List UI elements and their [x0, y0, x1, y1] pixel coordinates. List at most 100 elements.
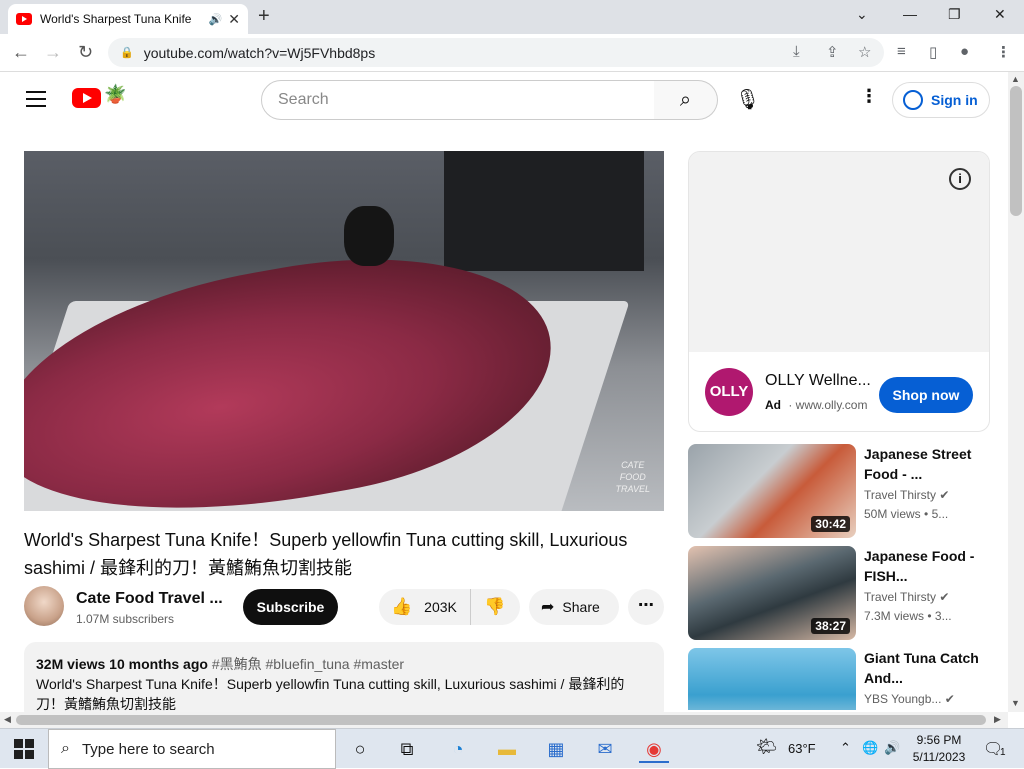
sign-in-label: Sign in [931, 92, 978, 108]
lock-icon: 🔒 [120, 47, 134, 59]
close-window-button[interactable]: ✕ [994, 6, 1006, 23]
scroll-up-icon[interactable]: ▲ [1011, 74, 1020, 84]
verified-icon: ✔ [939, 488, 950, 502]
share-label: Share [562, 599, 600, 615]
sign-in-button[interactable]: Sign in [892, 82, 990, 118]
video-frame-chef [444, 151, 644, 271]
bookmark-star-icon[interactable]: ☆ [858, 43, 871, 61]
recommendation-title[interactable]: Japanese Street Food - ... [864, 444, 988, 484]
chevron-up-icon[interactable]: ⌃ [840, 740, 851, 756]
video-thumbnail[interactable]: 38:27 [688, 546, 856, 640]
upload-age: 10 months ago [109, 656, 208, 672]
search-icon: ⌕ [61, 740, 70, 757]
youtube-logo[interactable] [72, 88, 101, 108]
mail-icon[interactable]: ✉ [590, 735, 620, 763]
tab-title: World's Sharpest Tuna Knife [40, 12, 192, 26]
store-icon[interactable]: ▦ [541, 735, 571, 763]
recommendation-title[interactable]: Japanese Food - FISH... [864, 546, 988, 586]
tab-close-icon[interactable]: ✕ [228, 11, 240, 28]
forward-button[interactable]: → [44, 42, 62, 63]
scroll-left-icon[interactable]: ◀ [4, 714, 11, 725]
microphone-icon[interactable]: 🎙 [735, 87, 760, 112]
install-app-icon[interactable]: ⤓ [793, 43, 800, 60]
taskbar-clock[interactable]: 9:56 PM 5/11/2023 [908, 732, 970, 766]
address-bar[interactable]: 🔒 youtube.com/watch?v=Wj5FVhbd8ps [108, 38, 884, 67]
like-dislike-group: 👍 203K 👎 [379, 589, 520, 625]
info-icon[interactable]: i [949, 168, 971, 190]
browser-tab-strip: World's Sharpest Tuna Knife 🔊 ✕ + ⌄ — ❐ … [0, 0, 1024, 34]
more-actions-button[interactable]: ⋯ [628, 589, 664, 625]
recommendation-channel: Travel Thirsty ✔ [864, 488, 950, 502]
horizontal-scroll-thumb[interactable] [16, 715, 986, 725]
channel-row: Cate Food Travel ... 1.07M subscribers S… [24, 586, 664, 630]
new-tab-button[interactable]: + [258, 5, 270, 28]
share-page-icon[interactable]: ⇪ [826, 43, 839, 61]
scroll-right-icon[interactable]: ▶ [994, 714, 1001, 725]
video-thumbnail[interactable]: 30:42 [688, 444, 856, 538]
speaker-icon[interactable]: 🔊 [209, 13, 223, 26]
edge-icon[interactable]: ◔ [443, 735, 473, 763]
ad-title[interactable]: OLLY Wellne... [765, 372, 871, 390]
weather-icon[interactable]: 🌤 [756, 737, 778, 757]
vertical-scroll-thumb[interactable] [1010, 86, 1022, 216]
task-view-icon[interactable]: ⧉ [392, 735, 422, 763]
browser-toolbar: ← → ↻ 🔒 youtube.com/watch?v=Wj5FVhbd8ps … [0, 34, 1024, 72]
share-icon: ➦ [541, 599, 555, 616]
video-title: World's Sharpest Tuna Knife！Superb yello… [24, 530, 628, 578]
thumbs-down-icon: 👎 [484, 597, 506, 616]
subscribe-button[interactable]: Subscribe [243, 589, 338, 625]
description-box[interactable]: 32M views 10 months ago #黑鮪魚 #bluefin_tu… [24, 642, 664, 722]
youtube-favicon-icon [16, 13, 32, 25]
share-button[interactable]: ➦ Share [529, 589, 619, 625]
channel-name[interactable]: Cate Food Travel ... [76, 590, 223, 608]
video-watermark: CATE FOOD TRAVEL [615, 460, 650, 494]
windows-taskbar: ⌕ Type here to search ○ ⧉ ◔ ▬ ▦ ✉ ◉ 🌤 63… [0, 728, 1024, 769]
browser-tab[interactable]: World's Sharpest Tuna Knife 🔊 ✕ [8, 4, 248, 34]
search-icon: ⌕ [679, 88, 692, 111]
doodle-icon[interactable]: 🪴 [104, 84, 126, 105]
minimize-button[interactable]: — [903, 6, 917, 22]
recommendation-item[interactable]: 30:42 Japanese Street Food - ... Travel … [688, 444, 990, 540]
ad-card[interactable]: i OLLY OLLY Wellne... Ad · www.olly.com … [688, 151, 990, 432]
search-input[interactable]: Search [261, 80, 655, 120]
channel-avatar[interactable] [24, 586, 64, 626]
hashtags[interactable]: #黑鮪魚 #bluefin_tuna #master [212, 656, 404, 672]
notification-count: 1 [1000, 747, 1006, 758]
taskbar-search-input[interactable]: ⌕ Type here to search [48, 729, 336, 769]
side-panel-icon[interactable]: ▯ [929, 43, 937, 61]
youtube-header: 🪴 Search ⌕ 🎙 ⋮ Sign in [0, 72, 1008, 128]
recommendation-channel: YBS Youngb... ✔ [864, 692, 955, 706]
profile-icon[interactable]: ● [960, 43, 969, 60]
chrome-icon[interactable]: ◉ [639, 735, 669, 763]
reload-button[interactable]: ↻ [78, 42, 93, 63]
shop-now-button[interactable]: Shop now [879, 377, 973, 413]
recommendation-title[interactable]: Giant Tuna Catch And... [864, 648, 988, 688]
dislike-button[interactable]: 👎 [471, 597, 519, 617]
recommendation-item[interactable]: Giant Tuna Catch And... YBS Youngb... ✔ [688, 648, 990, 710]
cortana-icon[interactable]: ○ [345, 735, 375, 763]
back-button[interactable]: ← [12, 42, 30, 63]
file-explorer-icon[interactable]: ▬ [492, 735, 522, 763]
settings-menu-icon[interactable]: ⋮ [860, 86, 878, 107]
ad-image[interactable] [689, 152, 989, 352]
maximize-button[interactable]: ❐ [948, 6, 961, 23]
thumbs-up-icon: 👍 [391, 597, 413, 616]
video-thumbnail[interactable] [688, 648, 856, 710]
like-button[interactable]: 👍 203K [379, 589, 471, 625]
browser-menu-icon[interactable]: ⋮ [996, 43, 1011, 61]
hamburger-menu-icon[interactable] [26, 91, 46, 107]
windows-start-icon[interactable] [14, 739, 34, 759]
network-icon[interactable]: 🌐 [862, 740, 878, 756]
volume-icon[interactable]: 🔊 [884, 740, 900, 756]
olly-logo: OLLY [705, 368, 753, 416]
vertical-scrollbar[interactable]: ▲ ▼ [1008, 72, 1024, 712]
video-duration: 30:42 [811, 516, 850, 532]
tab-search-icon[interactable]: ⌄ [856, 6, 868, 23]
media-controls-icon[interactable]: ≡ [897, 43, 906, 60]
video-player[interactable]: CATE FOOD TRAVEL [24, 151, 664, 511]
temperature[interactable]: 63°F [788, 741, 816, 756]
scroll-down-icon[interactable]: ▼ [1011, 698, 1020, 708]
recommendation-item[interactable]: 38:27 Japanese Food - FISH... Travel Thi… [688, 546, 990, 642]
horizontal-scrollbar[interactable]: ◀ ▶ [0, 712, 1008, 728]
search-button[interactable]: ⌕ [654, 80, 718, 120]
